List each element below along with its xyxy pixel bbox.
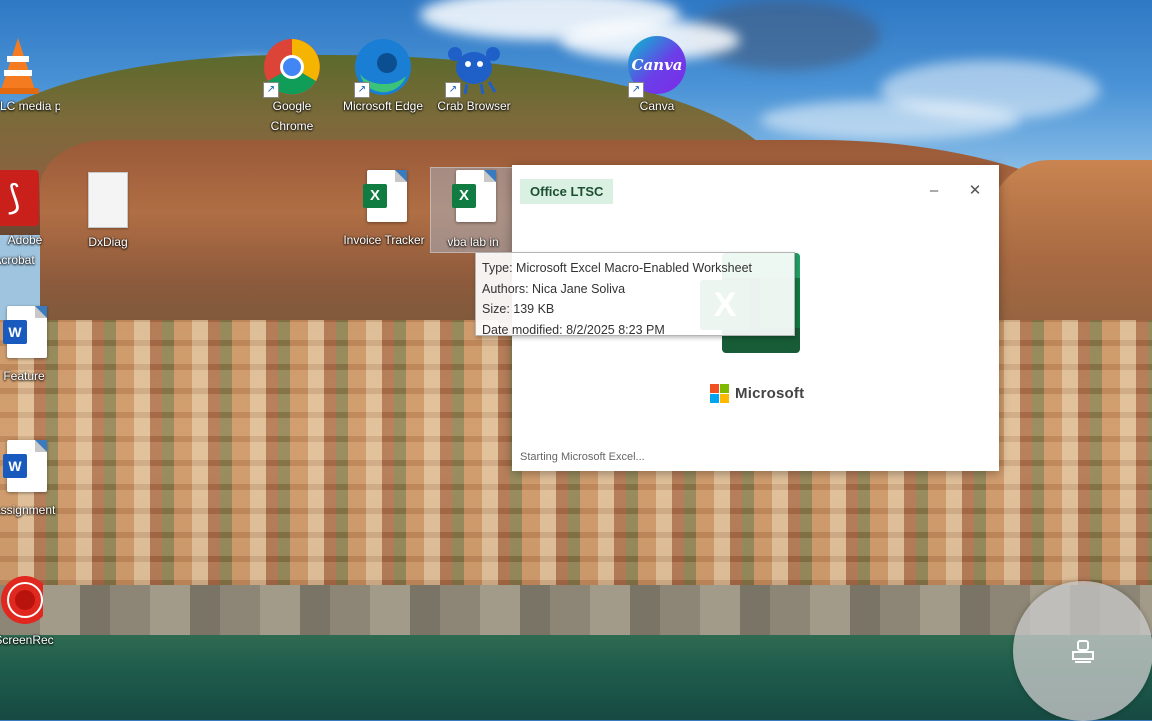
desktop-icon-assignment[interactable]: W Assignment (0, 440, 56, 520)
excel-macro-file-icon: X (452, 170, 496, 222)
desktop-icon-edge[interactable]: ↗ Microsoft Edge (341, 36, 425, 116)
tooltip-size: Size: 139 KB (482, 302, 555, 316)
desktop-icon-label: Feature (3, 369, 45, 383)
vlc-cone-icon (0, 38, 39, 94)
word-file-icon: W (3, 306, 47, 358)
desktop-icon-label: Assignment (0, 503, 56, 517)
desktop-icon-label: ScreenRec (0, 633, 54, 647)
word-badge-icon: W (3, 320, 27, 344)
desktop-icon-label: Crab Browser (437, 99, 511, 113)
clipboard-stamp-icon (1072, 640, 1094, 663)
text-file-icon (88, 172, 128, 228)
tooltip-type: Type: Microsoft Excel Macro-Enabled Work… (482, 261, 753, 275)
desktop-icon-invoice-tracker[interactable]: X Invoice Tracker (342, 170, 426, 250)
canva-logo-text: Canva (631, 56, 683, 74)
desktop-icon-canva[interactable]: Canva ↗ Canva (615, 36, 699, 116)
tooltip-date-modified: Date modified: 8/2/2025 8:23 PM (482, 322, 665, 337)
desktop-icon-screenrec[interactable]: ScreenRec (0, 570, 56, 650)
brand-name: Microsoft (735, 384, 805, 402)
desktop-icon-label: Microsoft Edge (342, 99, 424, 113)
desktop-icon-crab-browser[interactable]: ↗ Crab Browser (432, 36, 516, 116)
desktop-icon-label: Adobe Acrobat (0, 233, 43, 267)
splash-title: Office LTSC (520, 179, 614, 204)
excel-badge-icon: X (452, 184, 476, 208)
desktop-icon-label: DxDiag (88, 235, 128, 249)
microsoft-brand: Microsoft (710, 383, 804, 403)
tooltip-authors: Authors: Nica Jane Soliva (482, 281, 626, 296)
excel-badge-icon: X (363, 184, 387, 208)
excel-macro-file-icon: X (363, 170, 407, 222)
shortcut-arrow-icon: ↗ (354, 82, 370, 98)
file-info-tooltip: Type: Microsoft Excel Macro-Enabled Work… (475, 252, 795, 337)
desktop-icon-label: Google Chrome (270, 99, 314, 133)
word-file-icon: W (3, 440, 47, 492)
desktop-icon-feature[interactable]: W Feature (0, 306, 56, 386)
word-badge-icon: W (3, 454, 27, 478)
microsoft-logo-icon (710, 383, 729, 403)
acrobat-icon: ⟆ (0, 170, 39, 226)
floating-action-button[interactable] (1013, 581, 1152, 721)
desktop-icon-vba-lab[interactable]: X vba lab in (430, 167, 516, 253)
loading-status: Starting Microsoft Excel... (520, 451, 645, 463)
shortcut-arrow-icon: ↗ (445, 82, 461, 98)
close-button[interactable]: ✕ (963, 179, 987, 203)
screenrec-icon (1, 576, 49, 624)
desktop-icon-label: VLC media player (0, 99, 60, 113)
desktop-icon-label: Canva (639, 99, 675, 113)
minimize-button[interactable]: – (922, 179, 946, 203)
shortcut-arrow-icon: ↗ (628, 82, 644, 98)
desktop-icon-vlc[interactable]: VLC media player (0, 36, 60, 116)
desktop-icon-dxdiag[interactable]: DxDiag (66, 170, 150, 252)
shortcut-arrow-icon: ↗ (263, 82, 279, 98)
desktop-icon-acrobat[interactable]: ⟆ Adobe Acrobat (0, 170, 56, 270)
desktop-icon-label: vba lab in (447, 235, 499, 249)
desktop-icon-chrome[interactable]: ↗ Google Chrome (250, 36, 334, 136)
desktop-icon-label: Invoice Tracker (343, 233, 425, 247)
